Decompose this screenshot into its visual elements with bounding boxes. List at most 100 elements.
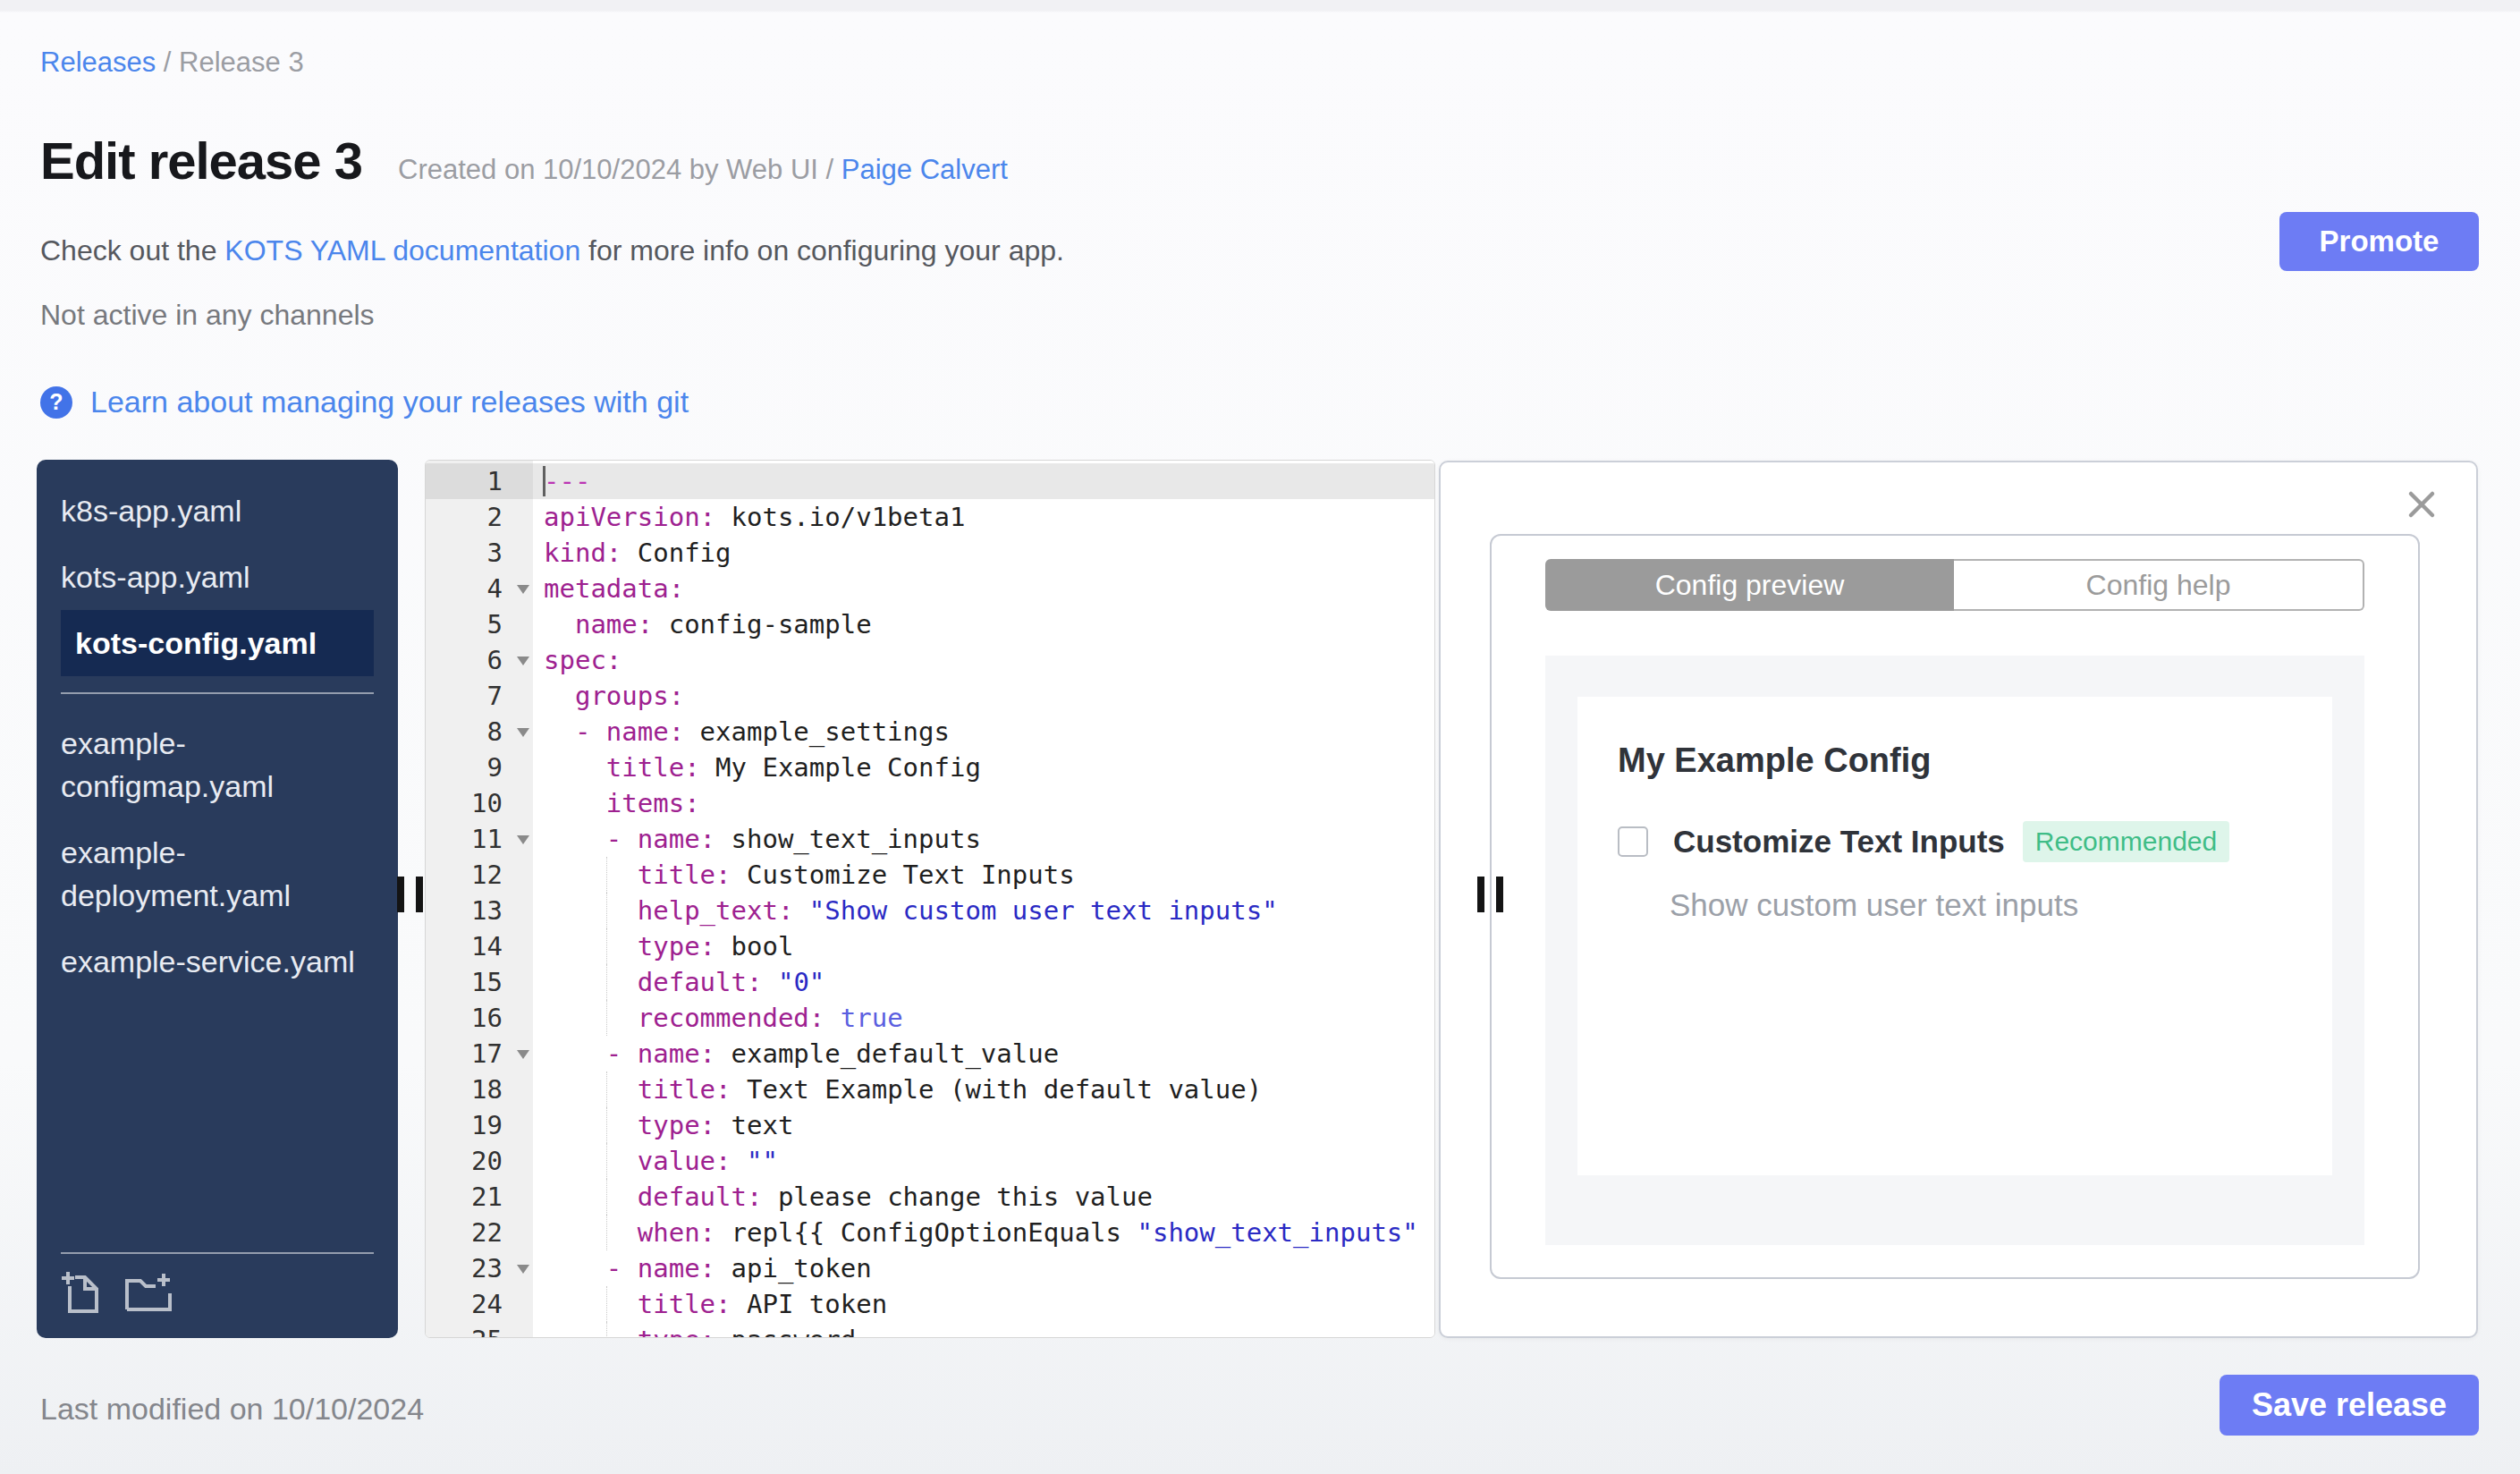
breadcrumb-releases-link[interactable]: Releases [40, 47, 156, 78]
code-line[interactable]: apiVersion: kots.io/v1beta1 [533, 499, 1434, 535]
gutter-line-number: 13 [426, 893, 533, 928]
code-line[interactable]: title: Customize Text Inputs [533, 857, 1434, 893]
file-item[interactable]: example-service.yaml [61, 928, 374, 995]
editor-code[interactable]: ---apiVersion: kots.io/v1beta1kind: Conf… [533, 461, 1434, 1337]
preview-resize-handle[interactable] [1477, 877, 1503, 912]
add-folder-icon[interactable] [123, 1270, 173, 1315]
config-tabs: Config previewConfig help [1545, 559, 2364, 611]
sidebar-actions [61, 1252, 374, 1315]
code-line[interactable]: help_text: "Show custom user text inputs… [533, 893, 1434, 928]
gutter-line-number: 9 [426, 750, 533, 785]
config-checkbox[interactable] [1618, 826, 1648, 857]
config-preview-card: Config previewConfig help My Example Con… [1490, 534, 2420, 1279]
promote-button[interactable]: Promote [2279, 212, 2479, 271]
breadcrumb-separator: / [156, 47, 179, 78]
gutter-line-number: 17 [426, 1036, 533, 1072]
code-line[interactable]: title: My Example Config [533, 750, 1434, 785]
gutter-line-number: 12 [426, 857, 533, 893]
file-item[interactable]: kots-config.yaml [61, 610, 374, 676]
close-icon[interactable] [2406, 489, 2437, 520]
kots-yaml-docs-link[interactable]: KOTS YAML documentation [224, 234, 580, 267]
gutter-line-number: 4 [426, 571, 533, 606]
code-line[interactable]: name: config-sample [533, 606, 1434, 642]
gutter-line-number: 10 [426, 785, 533, 821]
recommended-badge: Recommended [2023, 821, 2229, 862]
code-line[interactable]: title: Text Example (with default value) [533, 1072, 1434, 1107]
save-release-button[interactable]: Save release [2220, 1375, 2479, 1436]
config-item-label: Customize Text Inputs [1673, 824, 2005, 860]
created-meta: Created on 10/10/2024 by Web UI / Paige … [398, 154, 1008, 186]
file-list: k8s-app.yamlkots-app.yamlkots-config.yam… [37, 478, 398, 1252]
channel-status: Not active in any channels [40, 299, 375, 332]
file-item[interactable]: kots-app.yaml [61, 544, 374, 610]
gutter-line-number: 24 [426, 1286, 533, 1322]
fold-arrow-icon[interactable] [517, 1265, 529, 1274]
file-sidebar: k8s-app.yamlkots-app.yamlkots-config.yam… [37, 460, 398, 1338]
gutter-line-number: 2 [426, 499, 533, 535]
config-item-help: Show custom user text inputs [1670, 887, 2292, 923]
code-line[interactable]: default: please change this value [533, 1179, 1434, 1215]
code-line[interactable]: spec: [533, 642, 1434, 678]
code-line[interactable]: - name: example_settings [533, 714, 1434, 750]
code-line[interactable]: groups: [533, 678, 1434, 714]
config-form: My Example Config Customize Text Inputs … [1577, 697, 2332, 1175]
code-line[interactable]: - name: api_token [533, 1250, 1434, 1286]
gutter-line-number: 3 [426, 535, 533, 571]
fold-arrow-icon[interactable] [517, 1050, 529, 1059]
gutter-line-number: 7 [426, 678, 533, 714]
code-line[interactable]: type: password [533, 1322, 1434, 1338]
gutter-line-number: 15 [426, 964, 533, 1000]
gutter-line-number: 8 [426, 714, 533, 750]
code-line[interactable]: --- [533, 463, 1434, 499]
author-link[interactable]: Paige Calvert [841, 154, 1008, 185]
tab-config-help[interactable]: Config help [1954, 559, 2364, 611]
code-line[interactable]: type: text [533, 1107, 1434, 1143]
page: Releases / Release 3 Edit release 3 Crea… [0, 0, 2520, 1474]
git-releases-link[interactable]: Learn about managing your releases with … [90, 385, 689, 419]
sidebar-resize-handle[interactable] [397, 877, 423, 912]
code-line[interactable]: - name: example_default_value [533, 1036, 1434, 1072]
code-line[interactable]: - name: show_text_inputs [533, 821, 1434, 857]
gutter-line-number: 6 [426, 642, 533, 678]
yaml-editor[interactable]: 1234567891011121314151617181920212223242… [425, 460, 1435, 1338]
gutter-line-number: 20 [426, 1143, 533, 1179]
fold-arrow-icon[interactable] [517, 835, 529, 844]
code-line[interactable]: kind: Config [533, 535, 1434, 571]
file-divider [61, 692, 374, 694]
docs-line: Check out the KOTS YAML documentation fo… [40, 234, 1064, 267]
breadcrumb: Releases / Release 3 [40, 47, 304, 79]
file-item[interactable]: k8s-app.yaml [61, 478, 374, 544]
code-line[interactable]: type: bool [533, 928, 1434, 964]
gutter-line-number: 19 [426, 1107, 533, 1143]
add-file-icon[interactable] [61, 1270, 100, 1315]
code-line[interactable]: metadata: [533, 571, 1434, 606]
gutter-line-number: 18 [426, 1072, 533, 1107]
config-group-title: My Example Config [1618, 741, 2292, 780]
code-line[interactable]: when: repl{{ ConfigOptionEquals "show_te… [533, 1215, 1434, 1250]
config-preview-area: My Example Config Customize Text Inputs … [1545, 656, 2364, 1245]
file-item[interactable]: example-deployment.yaml [61, 819, 374, 928]
gutter-line-number: 14 [426, 928, 533, 964]
fold-arrow-icon[interactable] [517, 657, 529, 665]
breadcrumb-current: Release 3 [179, 47, 304, 78]
file-item[interactable]: example-configmap.yaml [61, 710, 374, 819]
code-line[interactable]: items: [533, 785, 1434, 821]
gutter-line-number: 11 [426, 821, 533, 857]
code-line[interactable]: default: "0" [533, 964, 1434, 1000]
config-preview-panel: Config previewConfig help My Example Con… [1439, 461, 2478, 1338]
editor-gutter: 1234567891011121314151617181920212223242… [426, 461, 533, 1337]
tab-config-preview[interactable]: Config preview [1545, 559, 1954, 611]
gutter-line-number: 21 [426, 1179, 533, 1215]
code-line[interactable]: recommended: true [533, 1000, 1434, 1036]
gutter-line-number: 5 [426, 606, 533, 642]
code-line[interactable]: title: API token [533, 1286, 1434, 1322]
code-line[interactable]: value: "" [533, 1143, 1434, 1179]
text-cursor [543, 466, 545, 496]
gutter-line-number: 23 [426, 1250, 533, 1286]
last-modified: Last modified on 10/10/2024 [40, 1392, 424, 1427]
fold-arrow-icon[interactable] [517, 585, 529, 594]
gutter-line-number: 16 [426, 1000, 533, 1036]
fold-arrow-icon[interactable] [517, 728, 529, 737]
gutter-line-number: 22 [426, 1215, 533, 1250]
gutter-line-number: 25 [426, 1322, 533, 1338]
